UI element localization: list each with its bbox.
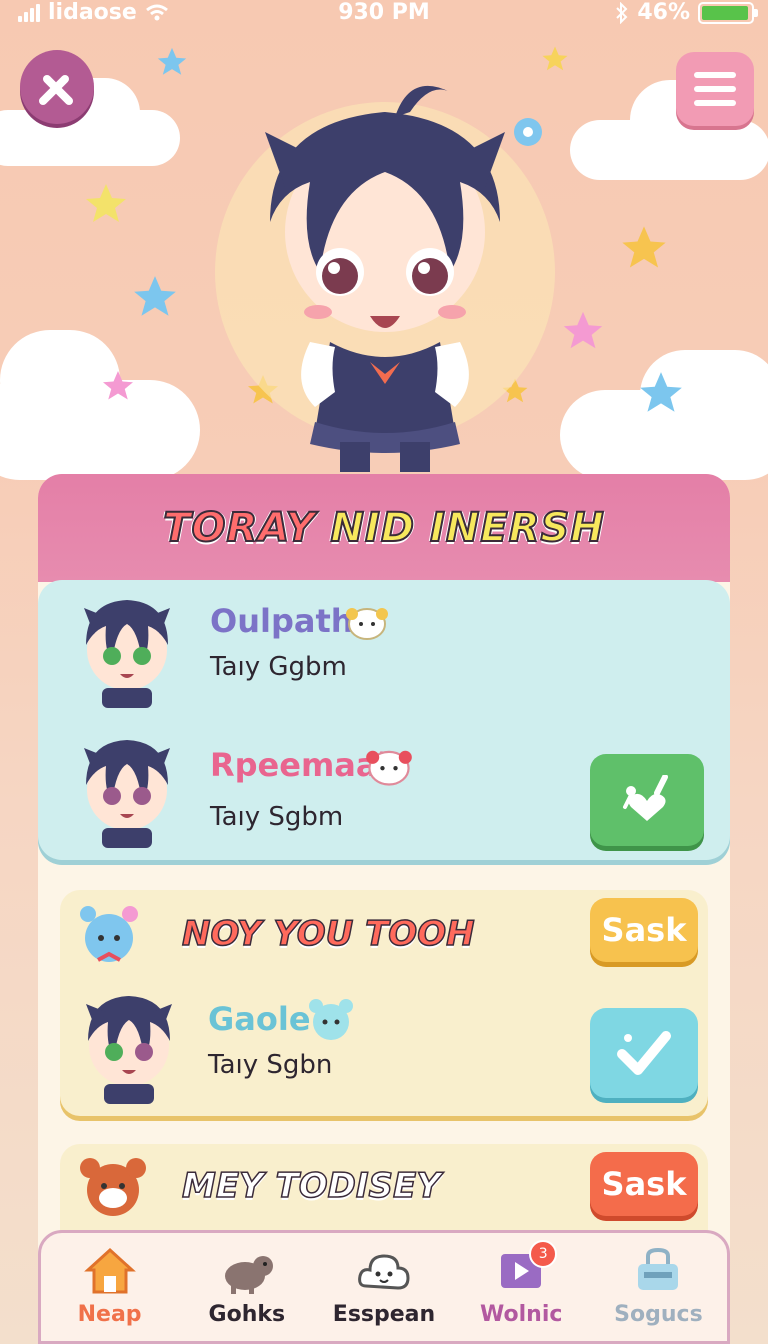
tab-home[interactable]: Neap (41, 1233, 178, 1341)
panel-header: TORAY NID INERSH (38, 474, 730, 582)
panel-title: TORAY NID INERSH (162, 504, 605, 552)
sheep-icon (346, 608, 388, 640)
check-button[interactable] (590, 1008, 698, 1098)
hero-character (215, 85, 555, 472)
heart-action-button[interactable] (590, 754, 704, 846)
menu-button[interactable] (676, 52, 754, 126)
cloud-face-icon (358, 1254, 410, 1290)
tab-bar: Neap Gohks Esspean 3 Wolnic Sogucs (38, 1230, 730, 1344)
avatar (84, 740, 170, 848)
bunny-icon (80, 906, 138, 962)
tab-label: Esspean (332, 1302, 436, 1327)
menu-icon (694, 72, 736, 78)
tab-video[interactable]: 3 Wolnic (453, 1233, 590, 1341)
friend-subtitle: Taıy Sgbn (208, 1050, 333, 1080)
star-icon (86, 184, 126, 222)
star-icon (542, 46, 568, 71)
bag-icon (638, 1247, 679, 1290)
checkmark-icon (617, 1031, 671, 1075)
main-panel: TORAY NID INERSH Oulpath Taıy Ggbm Rpeem… (38, 474, 730, 1344)
tab-pets[interactable]: Gohks (178, 1233, 315, 1341)
back-icon (39, 75, 73, 105)
panel-title-part1: TORAY (162, 504, 316, 552)
friend-subtitle: Taıy Sgbm (210, 802, 344, 832)
tab-label: Gohks (208, 1302, 286, 1327)
friend-name: Gaole (208, 1000, 311, 1038)
video-tab-icon-wrap: 3 (493, 1240, 558, 1296)
tab-shop[interactable]: Sogucs (590, 1233, 727, 1341)
sask-button[interactable]: Sask (590, 898, 698, 962)
sask-button[interactable]: Sask (590, 1152, 698, 1216)
star-icon (622, 226, 666, 268)
battery-icon (698, 1, 758, 24)
star-icon (640, 372, 682, 412)
back-button[interactable] (20, 50, 94, 124)
sheep-icon (366, 750, 412, 786)
star-icon (134, 276, 176, 316)
star-icon (157, 47, 187, 75)
bear-icon (80, 1158, 146, 1216)
home-icon (83, 1247, 136, 1294)
status-bar: lidaose 930 PM 46% (0, 0, 768, 26)
star-icon (103, 371, 133, 400)
tab-explore[interactable]: Esspean (315, 1233, 452, 1341)
battery-percent: 46% (637, 0, 690, 25)
section-card: NOY YOU TOOH Sask Gaole Taıy Sgbn (60, 890, 708, 1116)
bluetooth-icon (616, 1, 628, 24)
tab-label: Neap (77, 1302, 142, 1327)
avatar (86, 996, 172, 1104)
notification-badge: 3 (529, 1240, 558, 1268)
tab-label: Wolnic (480, 1302, 563, 1327)
friend-name: Oulpath (210, 602, 354, 640)
friend-name: Rpeemaal (210, 746, 389, 784)
friend-subtitle: Taıy Ggbm (210, 652, 347, 682)
panel-title-part2: NID INERSH (330, 504, 605, 552)
friends-card: Oulpath Taıy Ggbm Rpeemaal Taıy Sgbm (38, 580, 730, 860)
section-title: MEY TODISEY (181, 1165, 441, 1207)
pet-icon (224, 1256, 273, 1294)
tab-label: Sogucs (614, 1302, 703, 1327)
avatar (84, 600, 170, 708)
heart-check-icon (623, 775, 668, 821)
bear-icon (309, 999, 353, 1040)
star-icon (563, 311, 603, 349)
section-title: NOY YOU TOOH (181, 913, 475, 955)
